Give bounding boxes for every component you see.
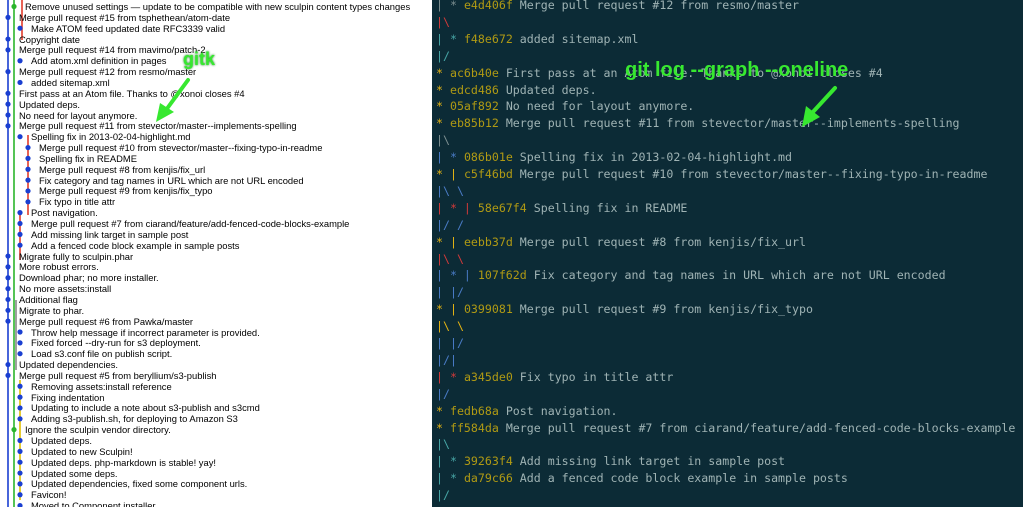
- git-log-line: |/: [436, 48, 450, 65]
- graph-chars: |/: [436, 386, 450, 401]
- commit-hash: eebb37d: [463, 234, 513, 249]
- graph-chars: | *: [436, 150, 457, 165]
- commit-hash: a345de0: [463, 369, 513, 384]
- graph-chars: |\ \: [436, 319, 464, 334]
- commit-hash: fedb68a: [449, 403, 499, 418]
- git-log-line: |/|: [436, 352, 457, 369]
- git-log-line: | * | 58e67f4 Spelling fix in README: [436, 200, 687, 217]
- git-log-line: |\ \: [436, 251, 464, 268]
- commit-message: Add a fenced code block example in sampl…: [512, 471, 848, 486]
- commit-hash: ac6b40e: [449, 65, 499, 80]
- commit-message: Merge pull request #10 from stevector/ma…: [512, 167, 988, 181]
- graph-chars: | * |: [436, 268, 471, 283]
- graph-chars: *: [436, 403, 443, 418]
- graph-chars: | *: [436, 369, 457, 384]
- commit-hash: e4d406f: [463, 0, 513, 12]
- graph-chars: * |: [436, 167, 457, 181]
- graph-chars: | *: [436, 471, 457, 486]
- commit-message: No need for layout anymore.: [498, 99, 695, 114]
- git-log-line: |\: [436, 436, 450, 453]
- graph-chars: | |/: [436, 336, 464, 350]
- git-log-line: |\: [436, 132, 450, 149]
- graph-chars: *: [436, 116, 443, 131]
- git-log-line: |\ \: [436, 318, 464, 335]
- git-log-line: * edcd486 Updated deps.: [436, 82, 597, 99]
- graph-chars: *: [436, 65, 443, 80]
- commit-hash: 39263f4: [463, 454, 513, 469]
- graph-chars: |/ /: [436, 217, 464, 232]
- git-log-line: |/: [436, 386, 450, 403]
- commit-hash: f48e672: [463, 31, 513, 46]
- graph-chars: |/: [436, 48, 450, 63]
- git-log-line: | * a345de0 Fix typo in title attr: [436, 369, 673, 386]
- graph-chars: |\ \: [436, 251, 464, 266]
- commit-hash: ff584da: [449, 420, 499, 435]
- graph-chars: |/: [436, 488, 450, 503]
- graph-chars: |\ \: [436, 183, 464, 198]
- commit-message: Updated deps.: [498, 82, 597, 97]
- graph-chars: * |: [436, 302, 457, 317]
- commit-message: Merge pull request #7 from ciarand/featu…: [498, 420, 1016, 435]
- commit-hash: c5f46bd: [463, 167, 513, 181]
- commit-message: Merge pull request #9 from kenjis/fix_ty…: [512, 302, 813, 317]
- git-log-line: | * 086b01e Spelling fix in 2013-02-04-h…: [436, 149, 792, 166]
- graph-chars: | |/: [436, 285, 464, 300]
- git-log-line: | * | 107f62d Fix category and tag names…: [436, 267, 946, 284]
- git-log-line: * | 0399081 Merge pull request #9 from k…: [436, 301, 813, 318]
- graph-chars: *: [436, 420, 443, 435]
- git-log-line: * | eebb37d Merge pull request #8 from k…: [436, 234, 806, 251]
- git-log-line: | * e4d406f Merge pull request #12 from …: [436, 0, 799, 14]
- commit-message: Merge pull request #12 from resmo/master: [512, 0, 799, 12]
- commit-message: added sitemap.xml: [512, 31, 639, 46]
- git-log-line: * eb85b12 Merge pull request #11 from st…: [436, 115, 960, 132]
- graph-chars: | *: [436, 454, 457, 469]
- git-log-line: * | c5f46bd Merge pull request #10 from …: [436, 166, 987, 183]
- graph-chars: * |: [436, 234, 457, 249]
- commit-hash: edcd486: [449, 82, 499, 97]
- commit-message: Merge pull request #11 from stevector/ma…: [498, 116, 960, 131]
- git-log-line: * ff584da Merge pull request #7 from cia…: [436, 420, 1015, 437]
- commit-message: Spelling fix in 2013-02-04-highlight.md: [512, 150, 793, 165]
- git-log-line: |/ /: [436, 217, 464, 234]
- git-log-line: * 05af892 No need for layout anymore.: [436, 98, 694, 115]
- graph-chars: | * |: [436, 200, 471, 215]
- graph-chars: |/|: [436, 352, 457, 367]
- commit-message: Spelling fix in README: [526, 200, 688, 215]
- git-log-line: |/: [436, 487, 450, 504]
- git-log-line: | |/: [436, 284, 464, 301]
- graph-chars: |\: [436, 14, 450, 29]
- git-log-line: | |/: [436, 335, 464, 352]
- git-log-line: |\: [436, 14, 450, 31]
- graph-chars: *: [436, 82, 443, 97]
- gitk-annotation-arrow: [156, 78, 190, 122]
- commit-hash: 05af892: [449, 99, 499, 114]
- git-log-line: | * f48e672 added sitemap.xml: [436, 31, 638, 48]
- commit-hash: 58e67f4: [477, 200, 527, 215]
- git-log-line: | * da79c66 Add a fenced code block exam…: [436, 470, 848, 487]
- gitk-window: Remove unused settings — update to be co…: [0, 0, 432, 507]
- commit-hash: 086b01e: [463, 150, 513, 165]
- git-log-line: | * 39263f4 Add missing link target in s…: [436, 453, 785, 470]
- graph-chars: *: [436, 99, 443, 114]
- graph-chars: | *: [436, 31, 457, 46]
- graph-chars: |\: [436, 437, 450, 452]
- commit-hash: 0399081: [463, 302, 513, 317]
- commit-message: Fix typo in title attr: [512, 369, 674, 384]
- commit-hash: eb85b12: [449, 116, 499, 131]
- commit-message: Add missing link target in sample post: [512, 454, 786, 469]
- graph-chars: | *: [436, 0, 457, 12]
- commit-message: Fix category and tag names in URL which …: [526, 268, 946, 283]
- terminal-annotation-label: git log --graph --oneline: [625, 59, 849, 81]
- commit-message: Merge pull request #8 from kenjis/fix_ur…: [512, 234, 806, 249]
- commit-hash: 107f62d: [477, 268, 527, 283]
- git-log-line: |\ \: [436, 183, 464, 200]
- git-log-line: * fedb68a Post navigation.: [436, 403, 618, 420]
- commit-hash: da79c66: [463, 471, 513, 486]
- graph-chars: |\: [436, 133, 450, 148]
- commit-message: Post navigation.: [498, 403, 618, 418]
